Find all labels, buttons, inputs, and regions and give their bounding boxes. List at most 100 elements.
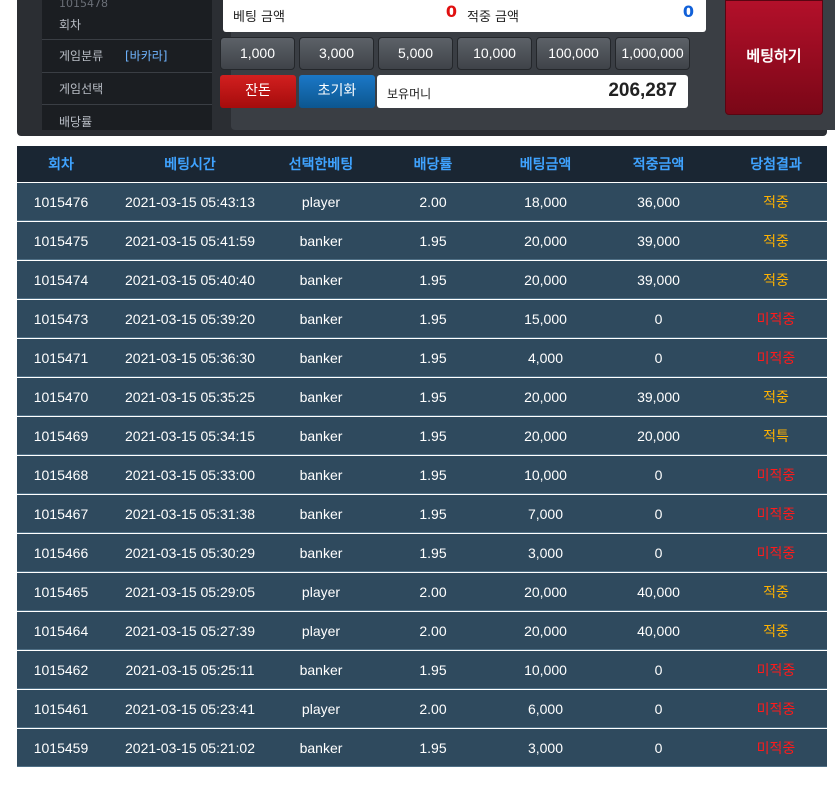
chip-3000-button[interactable]: 3,000 — [299, 37, 374, 70]
cell-bet-time: 2021-03-15 05:39:20 — [125, 310, 255, 327]
table-row: 1015464 2021-03-15 05:27:39 player 2.00 20,0… — [17, 612, 827, 650]
reset-button[interactable]: 초기화 — [299, 75, 375, 108]
cell-result: 미적중 — [756, 700, 796, 717]
cell-selection: banker — [299, 661, 343, 678]
cell-result: 미적중 — [756, 466, 796, 483]
cell-round: 1015471 — [33, 349, 89, 366]
cell-round: 1015462 — [33, 661, 89, 678]
cell-bet-amount: 20,000 — [524, 388, 567, 405]
cell-bet-time: 2021-03-15 05:35:25 — [125, 388, 255, 405]
bet-history-table: 회차 베팅시간 선택한베팅 배당률 베팅금액 적중금액 당첨결과 1015476… — [17, 146, 827, 767]
cell-win-amount: 40,000 — [637, 583, 680, 600]
chip-5000-button[interactable]: 5,000 — [378, 37, 453, 70]
remainder-button[interactable]: 잔돈 — [220, 75, 296, 108]
cell-bet-time: 2021-03-15 05:23:41 — [125, 700, 255, 717]
balance-value: 206,287 — [608, 80, 677, 101]
cell-win-amount: 0 — [654, 661, 663, 678]
cell-odds: 1.95 — [419, 466, 447, 483]
cell-bet-amount: 20,000 — [524, 583, 567, 600]
cell-bet-time: 2021-03-15 05:33:00 — [125, 466, 255, 483]
col-selection: 선택한베팅 — [288, 157, 354, 173]
table-body: 1015476 2021-03-15 05:43:13 player 2.00 18,0… — [17, 183, 827, 767]
table-header: 회차 베팅시간 선택한베팅 배당률 베팅금액 적중금액 당첨결과 — [17, 146, 827, 182]
cell-selection: player — [301, 622, 341, 639]
cell-bet-time: 2021-03-15 05:27:39 — [125, 622, 255, 639]
cell-round: 1015465 — [33, 583, 89, 600]
table-row: 1015461 2021-03-15 05:23:41 player 2.00 6,00… — [17, 690, 827, 728]
cell-bet-amount: 20,000 — [524, 622, 567, 639]
cell-selection: banker — [299, 739, 343, 756]
cell-odds: 1.95 — [419, 739, 447, 756]
cell-bet-time: 2021-03-15 05:29:05 — [125, 583, 255, 600]
cell-odds: 1.95 — [419, 310, 447, 327]
chip-10000-button[interactable]: 10,000 — [457, 37, 532, 70]
cell-bet-amount: 20,000 — [524, 232, 567, 249]
cell-win-amount: 0 — [654, 505, 663, 522]
cell-result: 적중 — [763, 622, 789, 639]
cell-win-amount: 0 — [654, 544, 663, 561]
cell-selection: player — [301, 700, 341, 717]
cell-bet-time: 2021-03-15 05:21:02 — [125, 739, 255, 756]
cell-result: 적중 — [763, 193, 789, 210]
cell-bet-time: 2021-03-15 05:36:30 — [125, 349, 255, 366]
cell-bet-amount: 7,000 — [527, 505, 564, 522]
cell-win-amount: 0 — [654, 739, 663, 756]
bet-amount-box: 베팅 금액 0 — [223, 0, 469, 32]
cell-bet-amount: 18,000 — [524, 193, 567, 210]
col-round: 회차 — [48, 157, 74, 173]
balance-label: 보유머니 — [387, 87, 432, 101]
col-bet-time: 베팅시간 — [164, 157, 216, 173]
cell-round: 1015473 — [33, 310, 89, 327]
cell-bet-amount: 3,000 — [527, 739, 564, 756]
cell-selection: banker — [299, 388, 343, 405]
cell-round: 1015475 — [33, 232, 89, 249]
cell-odds: 1.95 — [419, 427, 447, 444]
betting-panel: 1015478 회차 게임분류 [바카라] 게임선택 배당률 베팅 금액 0 적… — [17, 0, 835, 136]
bet-amount-label: 베팅 금액 — [233, 10, 285, 25]
cell-win-amount: 0 — [654, 349, 663, 366]
round-number: 1015478 — [59, 0, 108, 10]
cell-result: 적중 — [763, 232, 789, 249]
place-bet-button[interactable]: 베팅하기 — [725, 0, 823, 115]
cell-selection: banker — [299, 505, 343, 522]
cell-selection: banker — [299, 271, 343, 288]
cell-result: 미적중 — [756, 739, 796, 756]
cell-selection: banker — [299, 427, 343, 444]
cell-odds: 1.95 — [419, 505, 447, 522]
cell-bet-time: 2021-03-15 05:40:40 — [125, 271, 255, 288]
cell-result: 적중 — [763, 388, 789, 405]
cell-bet-time: 2021-03-15 05:43:13 — [125, 193, 255, 210]
chip-1000000-button[interactable]: 1,000,000 — [615, 37, 690, 70]
cell-bet-amount: 15,000 — [524, 310, 567, 327]
cell-result: 미적중 — [756, 661, 796, 678]
cell-bet-time: 2021-03-15 05:30:29 — [125, 544, 255, 561]
cell-round: 1015468 — [33, 466, 89, 483]
cell-odds: 1.95 — [419, 661, 447, 678]
cell-round: 1015467 — [33, 505, 89, 522]
cell-bet-time: 2021-03-15 05:41:59 — [125, 232, 255, 249]
col-result: 당첨결과 — [750, 157, 802, 173]
chip-100000-button[interactable]: 100,000 — [536, 37, 611, 70]
cell-bet-amount: 10,000 — [524, 661, 567, 678]
table-row: 1015470 2021-03-15 05:35:25 banker 1.95 20,0… — [17, 378, 827, 416]
cell-selection: banker — [299, 232, 343, 249]
round-info-box: 1015478 회차 게임분류 [바카라] 게임선택 배당률 — [42, 0, 212, 130]
game-class-row: 게임분류 [바카라] — [42, 40, 212, 73]
cell-win-amount: 20,000 — [637, 427, 680, 444]
table-row: 1015471 2021-03-15 05:36:30 banker 1.95 4,00… — [17, 339, 827, 377]
cell-win-amount: 36,000 — [637, 193, 680, 210]
table-row: 1015459 2021-03-15 05:21:02 banker 1.95 3,00… — [17, 729, 827, 767]
cell-selection: banker — [299, 349, 343, 366]
chip-1000-button[interactable]: 1,000 — [220, 37, 295, 70]
game-class-value: [바카라] — [125, 49, 168, 63]
cell-bet-time: 2021-03-15 05:34:15 — [125, 427, 255, 444]
cell-selection: banker — [299, 310, 343, 327]
table-row: 1015462 2021-03-15 05:25:11 banker 1.95 10,0… — [17, 651, 827, 689]
game-select-label: 게임선택 — [59, 82, 104, 96]
table-row: 1015468 2021-03-15 05:33:00 banker 1.95 10,0… — [17, 456, 827, 494]
game-select-row: 게임선택 — [42, 73, 212, 105]
table-row: 1015473 2021-03-15 05:39:20 banker 1.95 15,0… — [17, 300, 827, 338]
cell-win-amount: 39,000 — [637, 388, 680, 405]
cell-win-amount: 0 — [654, 310, 663, 327]
game-class-label: 게임분류 — [59, 49, 104, 63]
